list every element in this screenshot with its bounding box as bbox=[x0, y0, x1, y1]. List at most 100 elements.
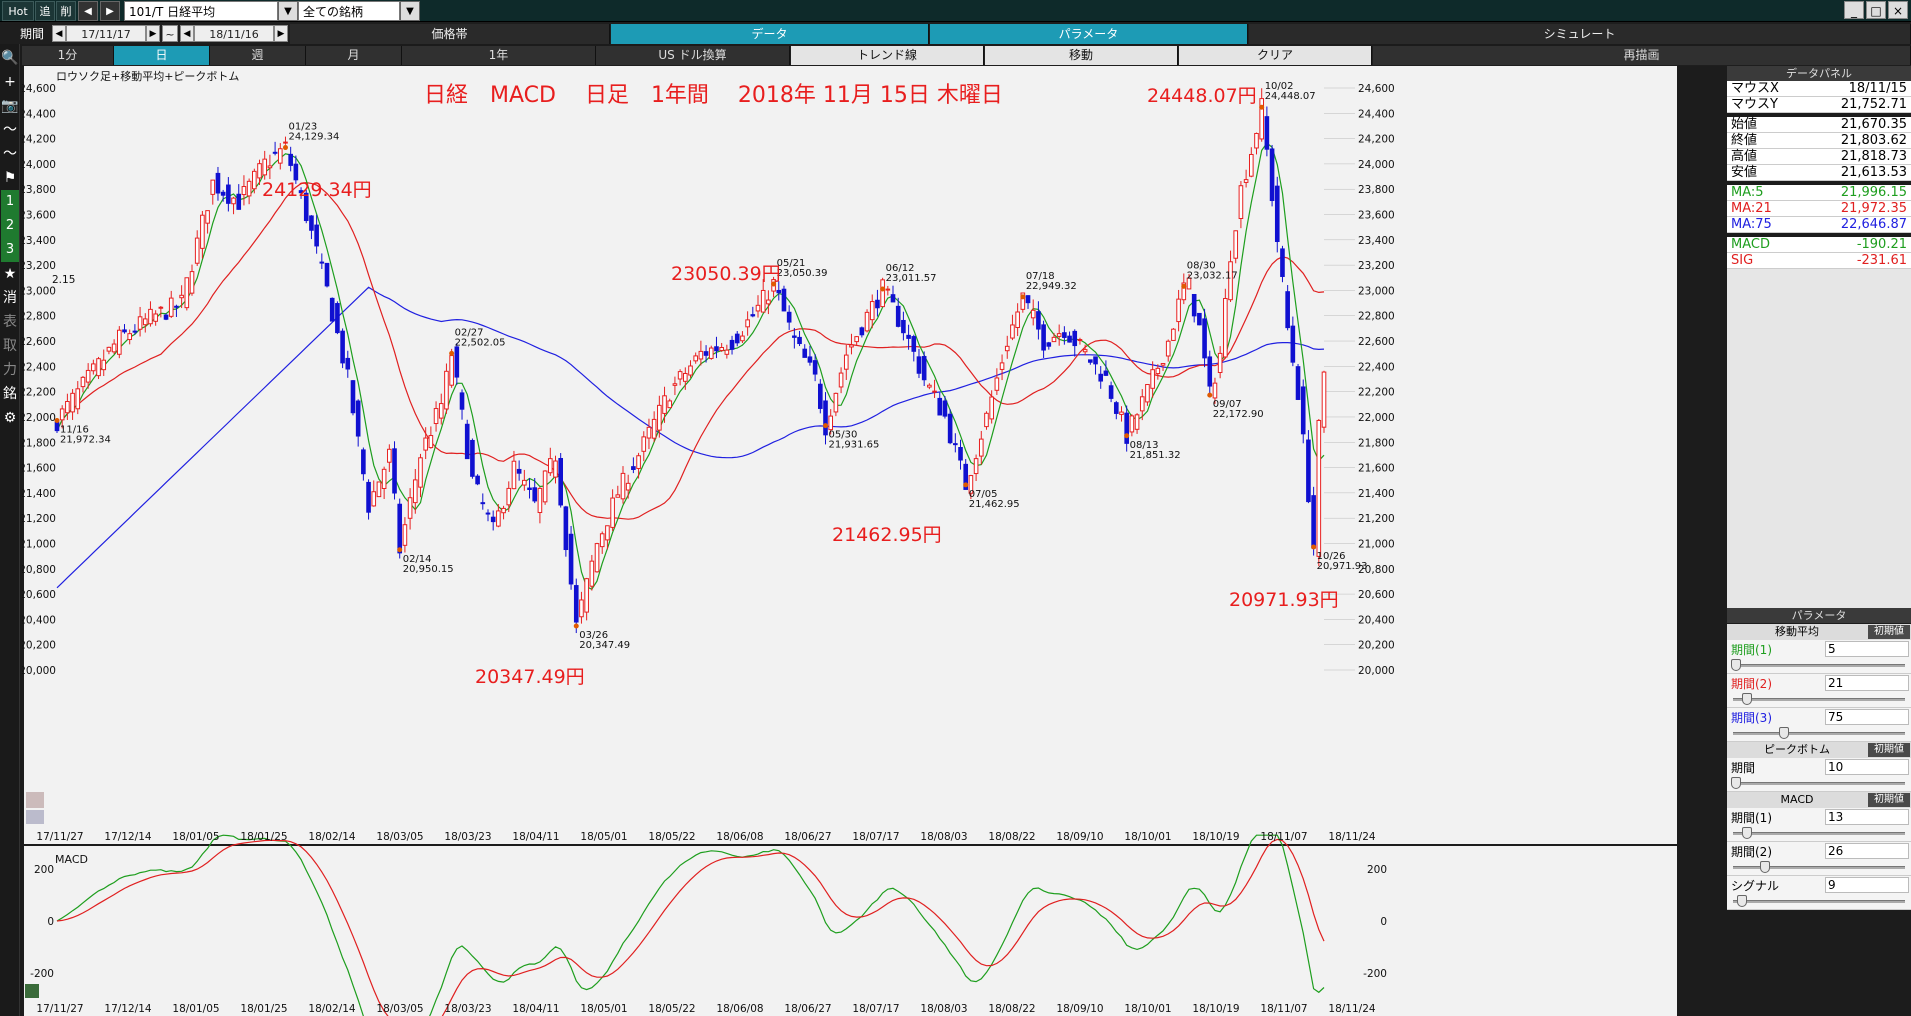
tab-1min[interactable]: 1分 bbox=[22, 46, 114, 65]
param-slider-track[interactable] bbox=[1733, 698, 1905, 701]
param-slider-thumb[interactable] bbox=[1737, 895, 1748, 907]
candle-body bbox=[719, 347, 724, 351]
tab-1year[interactable]: 1年 bbox=[402, 46, 596, 65]
macd-tick-right: 0 bbox=[1380, 916, 1387, 928]
param-slider-track[interactable] bbox=[1733, 866, 1905, 869]
tab-weekly[interactable]: 週 bbox=[210, 46, 306, 65]
param-value-input[interactable]: 21 bbox=[1825, 675, 1909, 691]
tab-daily[interactable]: 日 bbox=[114, 46, 210, 65]
minimize-button[interactable]: _ bbox=[1844, 1, 1864, 19]
preset-2-button[interactable]: 2 bbox=[1, 214, 19, 238]
date-to-next[interactable]: ▶ bbox=[274, 25, 288, 42]
param-slider-track[interactable] bbox=[1733, 832, 1905, 835]
param-slider-track[interactable] bbox=[1733, 732, 1905, 735]
param-section-2: MACD 初期値 bbox=[1727, 792, 1911, 808]
param-slider-thumb[interactable] bbox=[1731, 777, 1741, 789]
candle-body bbox=[148, 308, 153, 325]
candle-body bbox=[932, 390, 937, 393]
candle-body bbox=[1150, 369, 1155, 389]
date-to-field[interactable]: 18/11/16 bbox=[194, 25, 274, 42]
tab-parameters[interactable]: パラメータ bbox=[930, 24, 1248, 44]
param-value-input[interactable]: 26 bbox=[1825, 843, 1909, 859]
data-row-6: MA:5 21,996.15 bbox=[1727, 185, 1911, 201]
candle-body bbox=[1103, 370, 1109, 376]
candle-body bbox=[475, 475, 480, 485]
filter-field[interactable]: 全ての銘柄 bbox=[298, 1, 400, 21]
tab-price-band[interactable]: 価格帯 bbox=[290, 24, 610, 44]
redraw-button[interactable]: 再描画 bbox=[1373, 46, 1911, 65]
param-value-input[interactable]: 13 bbox=[1825, 809, 1909, 825]
tab-data[interactable]: データ bbox=[611, 24, 929, 44]
param-slider-thumb[interactable] bbox=[1742, 827, 1753, 839]
param-value-input[interactable]: 5 bbox=[1825, 641, 1909, 657]
param-value-input[interactable]: 9 bbox=[1825, 877, 1909, 893]
candle-body bbox=[579, 599, 584, 618]
clear-button[interactable]: クリア bbox=[1179, 46, 1372, 65]
reset-defaults-button[interactable]: 初期値 bbox=[1868, 625, 1910, 639]
line-icon[interactable]: ～ bbox=[1, 118, 19, 142]
param-value-input[interactable]: 10 bbox=[1825, 759, 1909, 775]
date-from-prev[interactable]: ◀ bbox=[52, 25, 66, 42]
symbol-button[interactable]: 銘 bbox=[1, 382, 19, 406]
y-tick-label-right: 23,000 bbox=[1358, 285, 1395, 297]
candle-body bbox=[734, 333, 740, 344]
peak-value-label: 22,502.05 bbox=[455, 337, 506, 348]
delete-tab[interactable]: 削 bbox=[56, 1, 76, 21]
reset-defaults-button[interactable]: 初期値 bbox=[1868, 793, 1910, 807]
param-value-input[interactable]: 75 bbox=[1825, 709, 1909, 725]
input-button[interactable]: 力 bbox=[1, 358, 19, 382]
camera-icon[interactable]: 📷 bbox=[1, 94, 19, 118]
hot-tab[interactable]: Hot bbox=[2, 1, 34, 21]
preset-3-button[interactable]: 3 bbox=[1, 238, 19, 262]
move-button[interactable]: 移動 bbox=[985, 46, 1178, 65]
candle-body bbox=[350, 380, 356, 414]
date-from-next[interactable]: ▶ bbox=[146, 25, 160, 42]
tab-usd[interactable]: US ドル換算 bbox=[596, 46, 790, 65]
maximize-button[interactable]: □ bbox=[1866, 1, 1886, 19]
chart-svg[interactable]: 24,600 24,600 24,400 24,400 24,200 24,200 24,0… bbox=[19, 66, 1727, 1016]
crosshair-icon[interactable]: + bbox=[1, 70, 19, 94]
candle-body bbox=[1088, 359, 1093, 363]
filter-dropdown-icon[interactable]: ▼ bbox=[400, 1, 420, 21]
display-button[interactable]: 表 bbox=[1, 310, 19, 334]
data-row-value: 18/11/15 bbox=[1848, 81, 1907, 96]
y-tick-label-left: 24,400 bbox=[22, 108, 56, 120]
tab-monthly[interactable]: 月 bbox=[306, 46, 402, 65]
fetch-button[interactable]: 取 bbox=[1, 334, 19, 358]
date-to-prev[interactable]: ◀ bbox=[180, 25, 194, 42]
trend-icon[interactable]: ～ bbox=[1, 142, 19, 166]
param-slider-track[interactable] bbox=[1733, 782, 1905, 785]
candle-body bbox=[786, 311, 792, 323]
reset-defaults-button[interactable]: 初期値 bbox=[1868, 743, 1910, 757]
add-tab[interactable]: 追 bbox=[35, 1, 55, 21]
preset-1-button[interactable]: 1 bbox=[1, 190, 19, 214]
candle-body bbox=[828, 415, 834, 431]
next-symbol-button[interactable]: ▶ bbox=[100, 1, 120, 21]
param-slider-thumb[interactable] bbox=[1742, 693, 1753, 705]
date-from-field[interactable]: 17/11/17 bbox=[66, 25, 146, 42]
param-slider-thumb[interactable] bbox=[1759, 861, 1770, 873]
param-slider-track[interactable] bbox=[1733, 664, 1905, 667]
flag-icon[interactable]: ⚑ bbox=[1, 166, 19, 190]
prev-symbol-button[interactable]: ◀ bbox=[78, 1, 98, 21]
tab-simulate[interactable]: シミュレート bbox=[1249, 24, 1911, 44]
bottom-value-label: 20,347.49 bbox=[579, 640, 630, 651]
candle-body bbox=[1119, 411, 1124, 415]
trendline-button[interactable]: トレンド線 bbox=[791, 46, 984, 65]
symbol-field[interactable]: 101/T 日経平均 bbox=[124, 1, 278, 21]
candle-body bbox=[428, 435, 434, 449]
y-tick-label-left: 24,600 bbox=[22, 83, 56, 95]
param-slider-thumb[interactable] bbox=[1731, 659, 1741, 671]
param-slider-thumb[interactable] bbox=[1779, 727, 1789, 739]
y-tick-label-right: 22,200 bbox=[1358, 387, 1395, 399]
chart-area[interactable]: 24,600 24,600 24,400 24,400 24,200 24,200 24,0… bbox=[19, 66, 1727, 1016]
settings-icon[interactable]: ⚙ bbox=[1, 406, 19, 430]
symbol-dropdown-icon[interactable]: ▼ bbox=[278, 1, 298, 21]
delete-button[interactable]: 消 bbox=[1, 286, 19, 310]
close-button[interactable]: × bbox=[1888, 1, 1908, 19]
y-tick-label-left: 23,400 bbox=[22, 235, 56, 247]
star-icon[interactable]: ★ bbox=[1, 262, 19, 286]
param-slider-track[interactable] bbox=[1733, 900, 1905, 903]
search-icon[interactable]: 🔍 bbox=[1, 46, 19, 70]
data-row-4: 高値 21,818.73 bbox=[1727, 149, 1911, 165]
